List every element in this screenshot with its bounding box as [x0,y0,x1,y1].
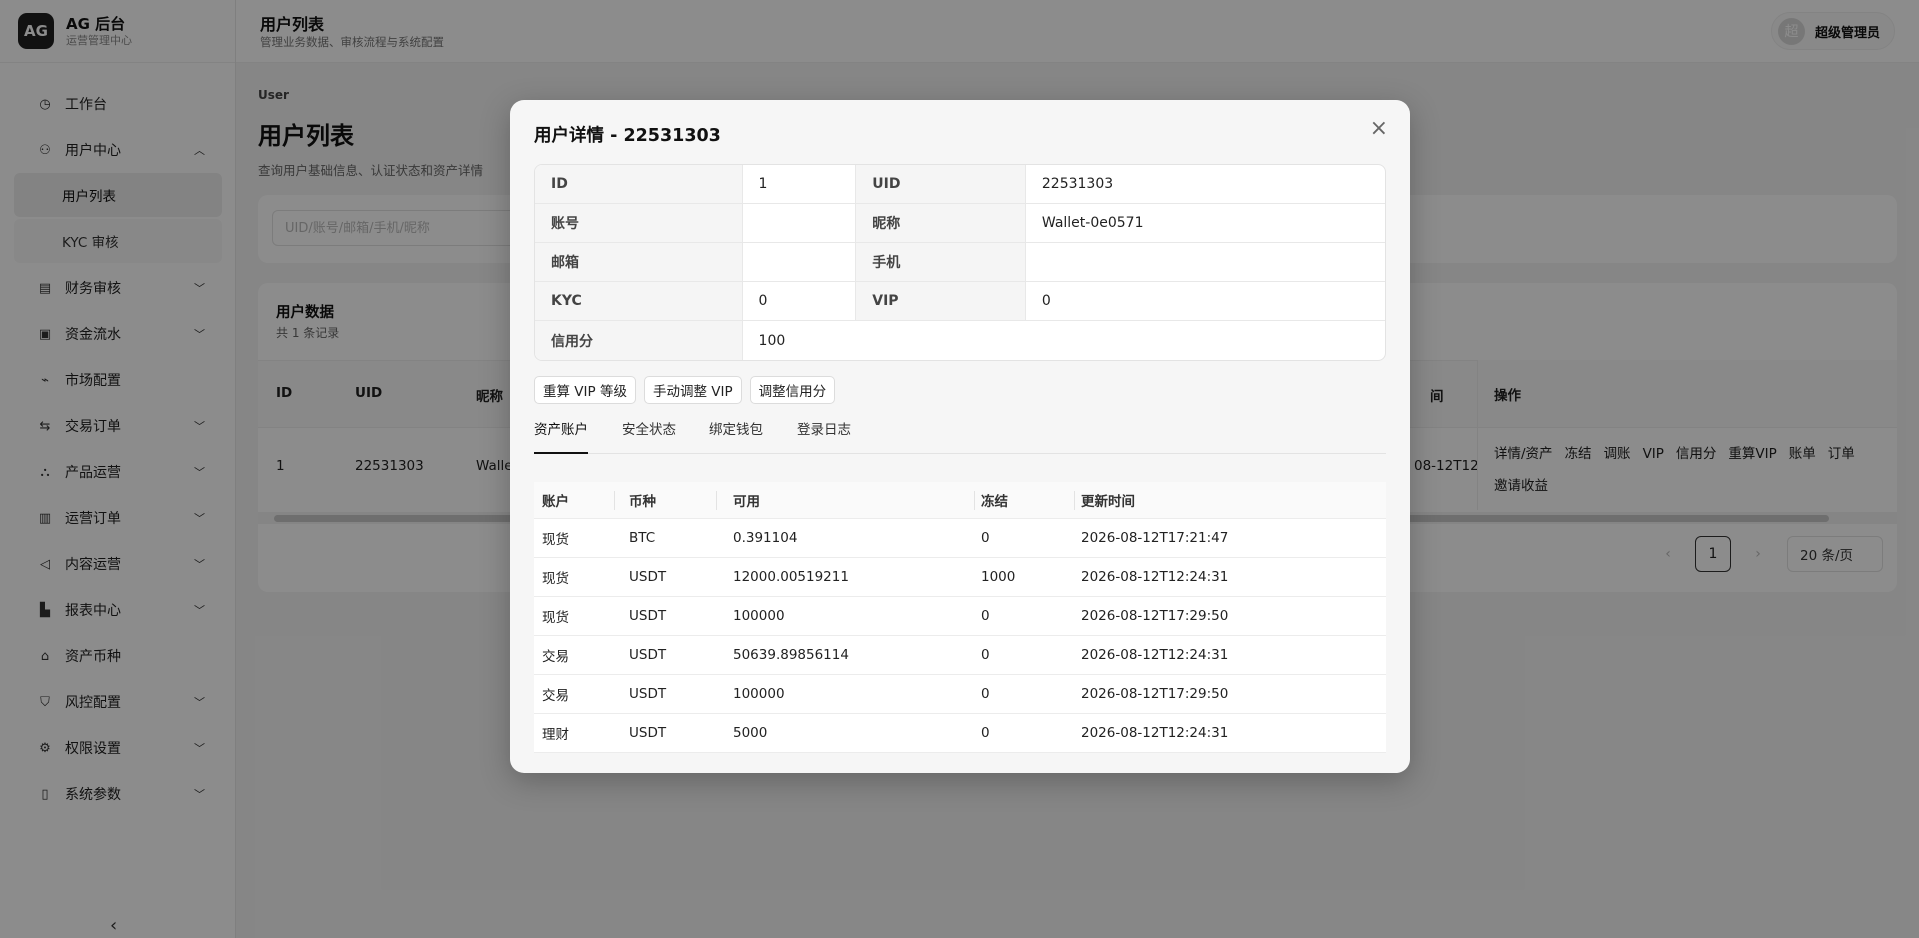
cell-account: 交易 [542,688,569,704]
cell-account: 现货 [542,571,569,587]
cell-account: 现货 [542,532,569,548]
info-value-account [743,204,857,242]
cell-account: 交易 [542,649,569,665]
table-row: 现货 USDT 12000.00519211 1000 2026-08-12T1… [534,558,1386,597]
cell-currency: BTC [629,530,656,546]
cell-available: 12000.00519211 [733,569,849,585]
modal-actions: 重算 VIP 等级 手动调整 VIP 调整信用分 [534,376,843,404]
table-row: 交易 USDT 100000 0 2026-08-12T17:29:50 [534,675,1386,714]
info-value-nickname: Wallet-0e0571 [1041,215,1144,231]
cell-currency: USDT [629,608,667,624]
info-label-kyc: KYC [535,282,743,320]
column-header-currency: 币种 [629,494,656,510]
cell-available: 100000 [733,686,785,702]
cell-currency: USDT [629,686,667,702]
tab-bound-wallets[interactable]: 绑定钱包 [709,418,763,454]
adjust-credit-button[interactable]: 调整信用分 [749,376,836,404]
info-label-vip: VIP [856,282,1026,320]
cell-account: 理财 [542,727,569,743]
cell-currency: USDT [629,569,667,585]
close-icon[interactable]: × [1370,116,1388,141]
info-label-credit: 信用分 [535,321,743,360]
cell-updated: 2026-08-12T17:29:50 [1081,686,1229,702]
cell-updated: 2026-08-12T12:24:31 [1081,569,1229,585]
info-value-kyc: 0 [743,282,857,320]
user-info-table: ID 1 UID 22531303 账号 昵称 Wallet-0e0571 邮箱… [534,164,1386,361]
info-label-uid: UID [856,165,1026,203]
info-label-account: 账号 [535,204,743,242]
info-label-id: ID [535,165,743,203]
table-row: 现货 USDT 100000 0 2026-08-12T17:29:50 [534,597,1386,636]
tab-asset-accounts[interactable]: 资产账户 [534,418,588,454]
cell-updated: 2026-08-12T17:21:47 [1081,530,1229,546]
info-value-vip: 0 [1041,293,1051,309]
info-label-phone: 手机 [856,243,1026,281]
cell-account: 现货 [542,610,569,626]
asset-table-header: 账户 币种 可用 冻结 更新时间 [534,482,1386,519]
cell-available: 100000 [733,608,785,624]
column-header-available: 可用 [733,494,760,510]
manual-vip-button[interactable]: 手动调整 VIP [643,376,742,404]
info-value-uid: 22531303 [1041,176,1114,192]
tab-login-log[interactable]: 登录日志 [797,418,851,454]
cell-frozen: 0 [981,725,990,741]
cell-available: 50639.89856114 [733,647,849,663]
cell-frozen: 0 [981,530,990,546]
info-value-phone [1026,243,1385,281]
table-row: 理财 USDT 5000 0 2026-08-12T12:24:31 [534,714,1386,753]
info-value-email [743,243,857,281]
cell-frozen: 0 [981,647,990,663]
recalc-vip-button[interactable]: 重算 VIP 等级 [534,376,636,404]
info-value-id: 1 [743,165,857,203]
column-header-frozen: 冻结 [981,494,1008,510]
tab-security-status[interactable]: 安全状态 [622,418,676,454]
column-header-updated: 更新时间 [1081,494,1135,510]
cell-updated: 2026-08-12T12:24:31 [1081,647,1229,663]
table-row: 现货 BTC 0.391104 0 2026-08-12T17:21:47 [534,519,1386,558]
cell-available: 5000 [733,725,768,741]
cell-updated: 2026-08-12T17:29:50 [1081,608,1229,624]
cell-available: 0.391104 [733,530,798,546]
cell-currency: USDT [629,647,667,663]
info-label-email: 邮箱 [535,243,743,281]
cell-updated: 2026-08-12T12:24:31 [1081,725,1229,741]
info-label-nickname: 昵称 [856,204,1026,242]
cell-frozen: 0 [981,608,990,624]
cell-currency: USDT [629,725,667,741]
table-row: 交易 USDT 50639.89856114 0 2026-08-12T12:2… [534,636,1386,675]
user-detail-modal: 用户详情 - 22531303 × ID 1 UID 22531303 账号 昵… [510,100,1410,773]
info-value-credit: 100 [758,332,786,349]
column-header-account: 账户 [542,494,569,510]
modal-tabs: 资产账户 安全状态 绑定钱包 登录日志 [534,418,1386,454]
cell-frozen: 0 [981,686,990,702]
asset-table: 账户 币种 可用 冻结 更新时间 现货 BTC 0.391104 0 2026-… [534,482,1386,753]
modal-title: 用户详情 - 22531303 [534,126,721,146]
cell-frozen: 1000 [981,569,1016,585]
